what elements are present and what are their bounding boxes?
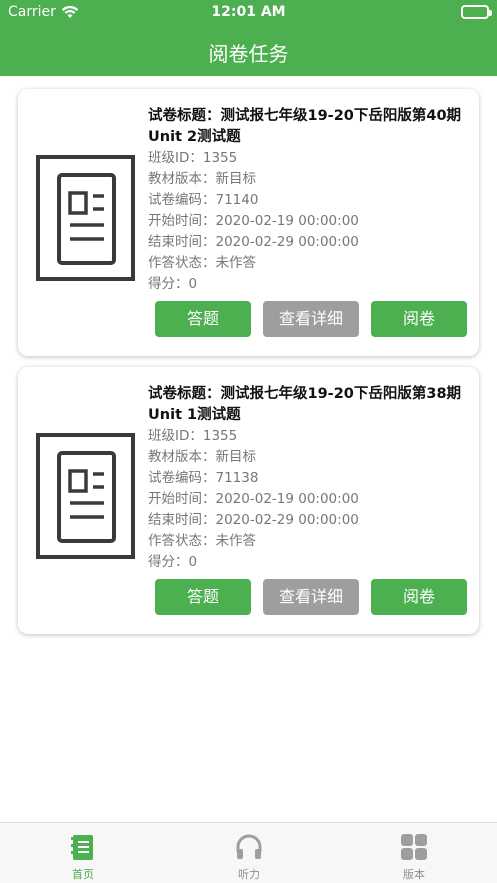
score: 得分：0: [148, 276, 198, 292]
paper-code: 试卷编码：71138: [148, 470, 259, 486]
tab-bar: 首页 听力 版本: [0, 822, 497, 883]
task-info: 试卷标题：测试报七年级19-20下岳阳版第40期Unit 2测试题 班级ID：1…: [148, 106, 468, 295]
end-time: 结束时间：2020-02-29 00:00:00: [148, 234, 359, 250]
tab-listening[interactable]: 听力: [166, 823, 332, 883]
textbook-edition: 教材版本：新目标: [148, 171, 256, 187]
view-detail-button[interactable]: 查看详细: [263, 579, 359, 615]
textbook-edition: 教材版本：新目标: [148, 449, 256, 465]
score: 得分：0: [148, 554, 198, 570]
tab-home-label: 首页: [72, 868, 94, 881]
class-id: 班级ID：1355: [148, 150, 238, 166]
status-bar: Carrier 12:01 AM: [0, 0, 497, 26]
tab-home[interactable]: 首页: [0, 823, 166, 883]
class-id: 班级ID：1355: [148, 428, 238, 444]
tab-listening-label: 听力: [238, 868, 260, 881]
page-title: 阅卷任务: [208, 42, 289, 66]
grade-button[interactable]: 阅卷: [371, 579, 467, 615]
view-detail-button[interactable]: 查看详细: [263, 301, 359, 337]
battery-icon: [461, 5, 492, 19]
task-title: 试卷标题：测试报七年级19-20下岳阳版第38期Unit 1测试题: [148, 386, 462, 423]
clock: 12:01 AM: [211, 4, 286, 20]
start-time: 开始时间：2020-02-19 00:00:00: [148, 491, 359, 507]
tab-version[interactable]: 版本: [331, 823, 497, 883]
answer-button[interactable]: 答题: [155, 579, 251, 615]
task-card: 试卷标题：测试报七年级19-20下岳阳版第40期Unit 2测试题 班级ID：1…: [18, 89, 479, 356]
document-icon: [36, 433, 135, 559]
answer-status: 作答状态：未作答: [148, 533, 256, 549]
task-info: 试卷标题：测试报七年级19-20下岳阳版第38期Unit 1测试题 班级ID：1…: [148, 384, 468, 573]
paper-code: 试卷编码：71140: [148, 192, 259, 208]
grid-icon: [399, 832, 429, 862]
end-time: 结束时间：2020-02-29 00:00:00: [148, 512, 359, 528]
top-bar: Carrier 12:01 AM 阅卷任务: [0, 0, 497, 76]
answer-button[interactable]: 答题: [155, 301, 251, 337]
document-list-icon: [68, 832, 98, 862]
task-card: 试卷标题：测试报七年级19-20下岳阳版第38期Unit 1测试题 班级ID：1…: [18, 367, 479, 634]
tab-version-label: 版本: [403, 868, 425, 881]
start-time: 开始时间：2020-02-19 00:00:00: [148, 213, 359, 229]
grade-button[interactable]: 阅卷: [371, 301, 467, 337]
answer-status: 作答状态：未作答: [148, 255, 256, 271]
document-icon: [36, 155, 135, 281]
task-title: 试卷标题：测试报七年级19-20下岳阳版第40期Unit 2测试题: [148, 108, 462, 145]
headphones-icon: [234, 832, 264, 862]
